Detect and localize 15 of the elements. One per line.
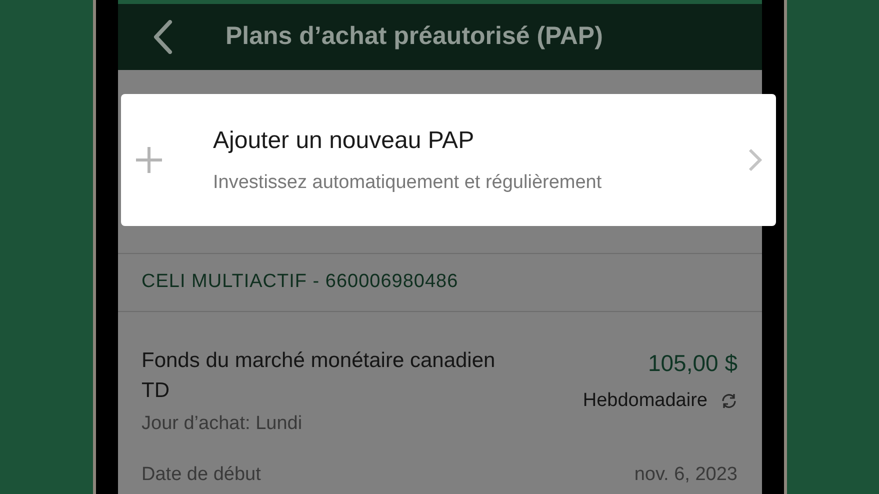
back-icon — [152, 20, 172, 54]
add-plan-subtitle: Investissez automatiquement et régulièrement — [213, 170, 603, 195]
refresh-icon — [720, 392, 738, 410]
purchase-day: Jour d’achat: Lundi — [142, 410, 502, 438]
add-plan-title: Ajouter un nouveau PAP — [213, 126, 476, 156]
add-plan-card[interactable]: Ajouter un nouveau PAP Investissez automatiquement et régulièrement — [121, 94, 776, 226]
amount: 105,00 $ — [648, 349, 738, 378]
frequency: Hebdomadaire — [582, 388, 708, 412]
account-label: CELI MULTIACTIF - 660006980486 — [142, 270, 458, 294]
plus-icon — [135, 146, 163, 174]
start-date-label: Date de début — [142, 462, 261, 486]
start-date: nov. 6, 2023 — [634, 462, 738, 486]
chevron-right-icon — [748, 148, 762, 172]
page-title: Plans d’achat préautorisé (PAP) — [226, 21, 603, 52]
fund-name: Fonds du marché monétaire canadien TD — [142, 348, 496, 404]
